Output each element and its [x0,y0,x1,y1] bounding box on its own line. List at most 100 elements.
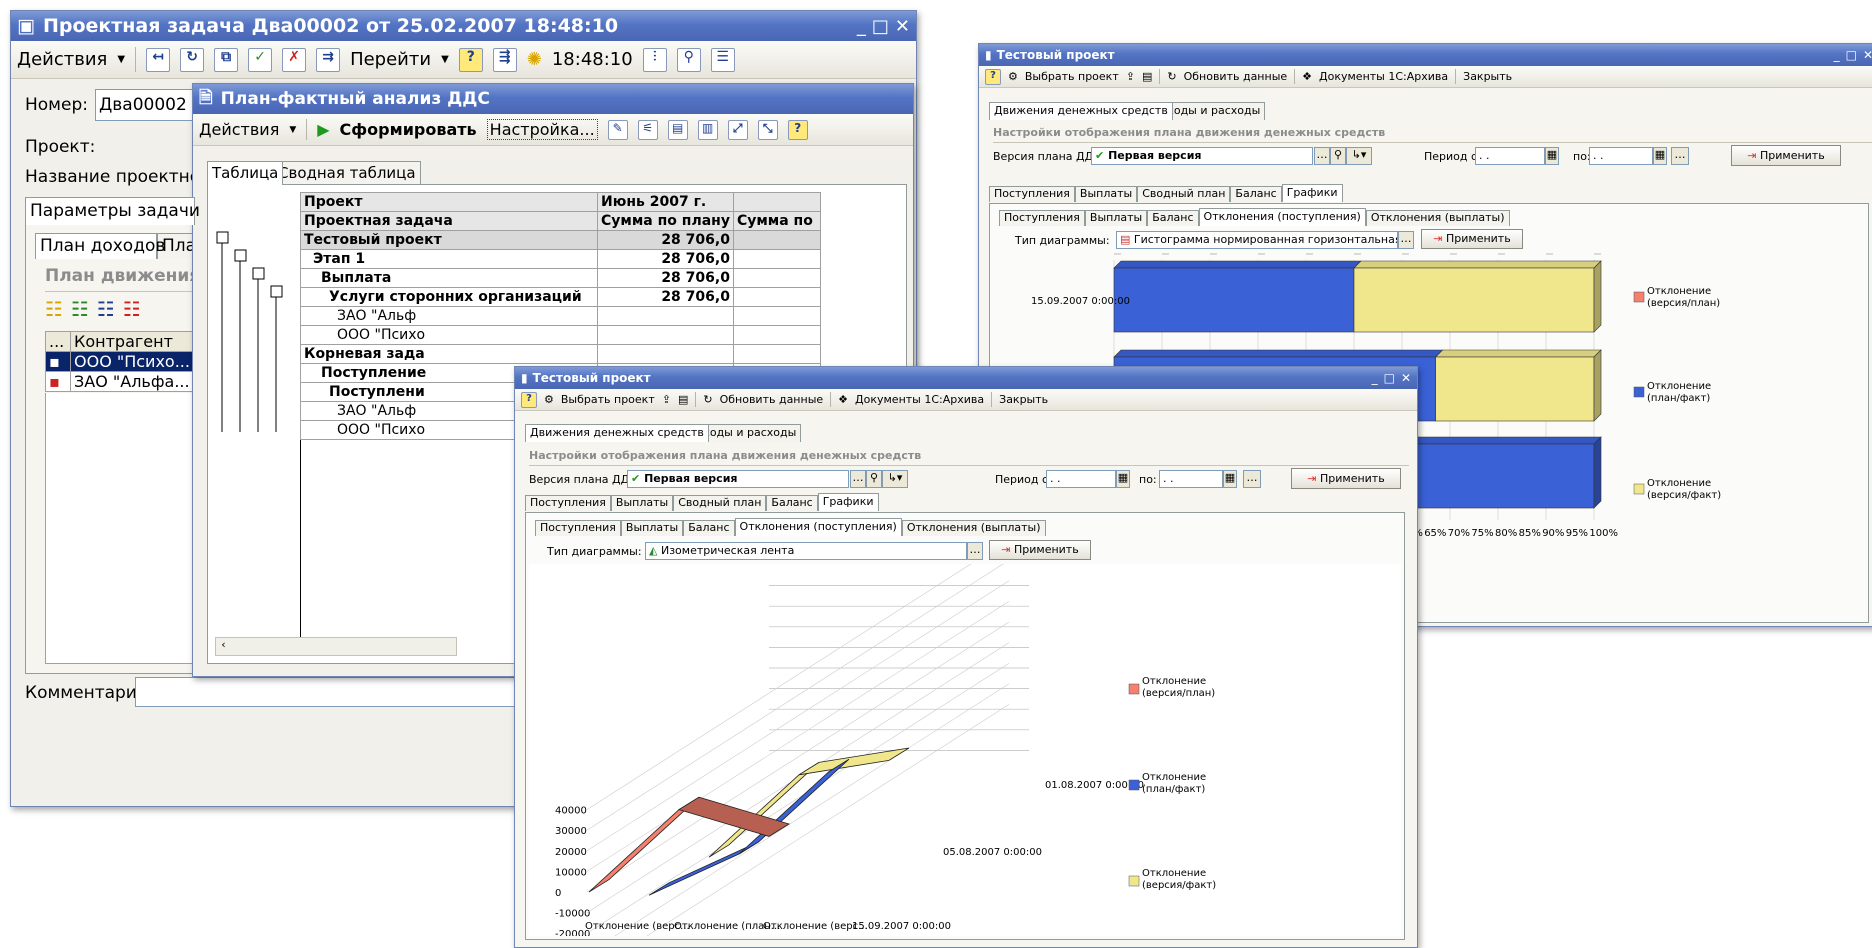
search-button[interactable]: ⚲ [1330,147,1346,165]
chart-tab-receipts[interactable]: Поступления [535,520,621,536]
upload-icon[interactable]: ⇪ [662,393,671,406]
tab-pivot[interactable]: Сводная таблица [273,161,421,185]
settings-button[interactable]: Настройка... [486,119,598,140]
upload-icon[interactable]: ⇪ [1126,70,1135,83]
table-row[interactable]: Услуги сторонних организаций [300,287,598,307]
grid-header-contractor[interactable]: Контрагент [70,331,205,352]
calendar-button[interactable]: ▦ [1116,470,1130,488]
select-button[interactable]: … [1314,147,1330,165]
calendar-button[interactable]: ▦ [1545,147,1559,165]
tab-receipts[interactable]: Поступления [525,495,611,511]
period-select-button[interactable]: … [1671,147,1689,165]
form-button[interactable]: Сформировать [340,120,477,139]
pfa-window-titlebar[interactable]: 🗎 План-фактный анализ ДДС [193,84,913,114]
tree-toggle[interactable] [216,231,229,244]
pfa-actions-menu[interactable]: Действия [199,120,279,139]
collapse-icon[interactable]: ⤡ [757,119,778,140]
delete-row-icon[interactable]: ☷ [123,297,141,321]
tab-balance[interactable]: Баланс [766,495,818,511]
chart-apply-button[interactable]: ⇥ Применить [1421,229,1523,249]
tree-toggle[interactable] [234,249,247,262]
hierarchy-icon[interactable]: ⫶ [642,47,667,72]
calendar-button[interactable]: ▦ [1223,470,1237,488]
report-icon[interactable]: ▤ [678,393,688,406]
actions-menu[interactable]: Действия [17,49,107,70]
tab-payments[interactable]: Выплаты [610,495,674,511]
chart-tab-receipts[interactable]: Поступления [999,210,1085,226]
copy-icon[interactable]: ⧉ [214,47,239,72]
unpost-icon[interactable]: ✗ [282,47,307,72]
go-button[interactable]: ↳▾ [882,470,908,488]
list-settings-icon[interactable]: ☰ [710,47,735,72]
close-icon[interactable]: ✕ [895,16,910,37]
select-project-button[interactable]: Выбрать проект [561,393,655,406]
go-button[interactable]: ↳▾ [1346,147,1372,165]
number-field[interactable]: Два00002 [95,89,205,121]
chart-tab-dev-receipts[interactable]: Отклонения (поступления) [734,518,902,536]
table-row[interactable]: Тестовый проект [300,230,598,250]
help-icon[interactable]: ? [521,391,537,408]
period-to-field[interactable]: . . [1159,470,1223,488]
tab-table[interactable]: Таблица [207,161,284,185]
grid-row-2[interactable]: ЗАО "Альфа... [70,371,205,392]
table-icon[interactable]: ▤ [667,119,688,140]
chart-tab-payments[interactable]: Выплаты [1084,210,1148,226]
chart-tab-payments[interactable]: Выплаты [620,520,684,536]
apply-button[interactable]: ⇥ Применить [1291,468,1401,489]
project-back-titlebar[interactable]: ▮ Тестовый проект _ □ ✕ [979,44,1872,66]
project-front-titlebar[interactable]: ▮ Тестовый проект _ □ ✕ [515,367,1417,389]
period-to-field[interactable]: . . [1589,147,1653,165]
close-icon[interactable]: ✕ [1401,371,1411,385]
go-menu[interactable]: Перейти [350,49,431,70]
archive-docs-button[interactable]: Документы 1С:Архива [1319,70,1448,83]
tab-payments[interactable]: Выплаты [1074,186,1138,202]
binoculars-icon[interactable]: ⚲ [676,47,701,72]
structure-icon[interactable]: ⇶ [492,47,517,72]
tree-toggle[interactable] [252,267,265,280]
table-row[interactable]: Выплата [300,268,598,288]
version-field[interactable]: ✔ Первая версия [627,470,849,488]
task-window-titlebar[interactable]: ▣ Проектная задача Два00002 от 25.02.200… [11,11,916,41]
tab-cash-flow[interactable]: Движения денежных средств [989,102,1173,120]
grid-header-dots[interactable]: ... [45,331,71,352]
minimize-icon[interactable]: _ [1372,371,1378,385]
help-icon[interactable]: ? [985,68,1001,85]
help-icon[interactable]: ? [458,47,483,72]
help-icon[interactable]: ? [787,119,808,140]
tab-task-params[interactable]: Параметры задачи [25,197,200,225]
close-button[interactable]: Закрыть [1463,70,1512,83]
filter-icon[interactable]: ⚟ [637,119,658,140]
refresh-button[interactable]: Обновить данные [1184,70,1288,83]
table-row[interactable]: Корневая зада [300,344,598,364]
refresh-button[interactable]: Обновить данные [720,393,824,406]
tab-balance[interactable]: Баланс [1230,186,1282,202]
chart-tab-balance[interactable]: Баланс [1147,210,1199,226]
back-icon[interactable]: ↤ [146,47,171,72]
maximize-icon[interactable]: □ [872,16,889,37]
tab-charts[interactable]: Графики [817,493,879,511]
edit-icon[interactable]: ✎ [607,119,628,140]
grid-row-1[interactable]: ООО "Психо... [70,351,205,372]
chart-type-select-button[interactable]: … [1398,231,1414,249]
tab-income-plan[interactable]: План доходов [35,233,165,259]
horizontal-scrollbar[interactable]: ‹ [215,637,457,656]
close-icon[interactable]: ✕ [1863,48,1872,62]
period-from-field[interactable]: . . [1475,147,1545,165]
period-select-button[interactable]: … [1243,470,1261,488]
minimize-icon[interactable]: _ [1834,48,1840,62]
period-from-field[interactable]: . . [1046,470,1116,488]
scroll-left-icon[interactable]: ‹ [216,638,231,651]
table-row[interactable]: Этап 1 [300,249,598,269]
calendar-button[interactable]: ▦ [1653,147,1667,165]
maximize-icon[interactable]: □ [1846,48,1857,62]
tab-charts[interactable]: Графики [1281,184,1343,202]
tree-toggle[interactable] [270,285,283,298]
tab-receipts[interactable]: Поступления [989,186,1075,202]
table-row[interactable]: ЗАО "Альф [300,306,598,326]
close-button[interactable]: Закрыть [999,393,1048,406]
time-display[interactable]: 18:48:10 [552,49,633,70]
maximize-icon[interactable]: □ [1384,371,1395,385]
report-icon[interactable]: ▤ [1142,70,1152,83]
archive-docs-button[interactable]: Документы 1С:Архива [855,393,984,406]
select-project-button[interactable]: Выбрать проект [1025,70,1119,83]
